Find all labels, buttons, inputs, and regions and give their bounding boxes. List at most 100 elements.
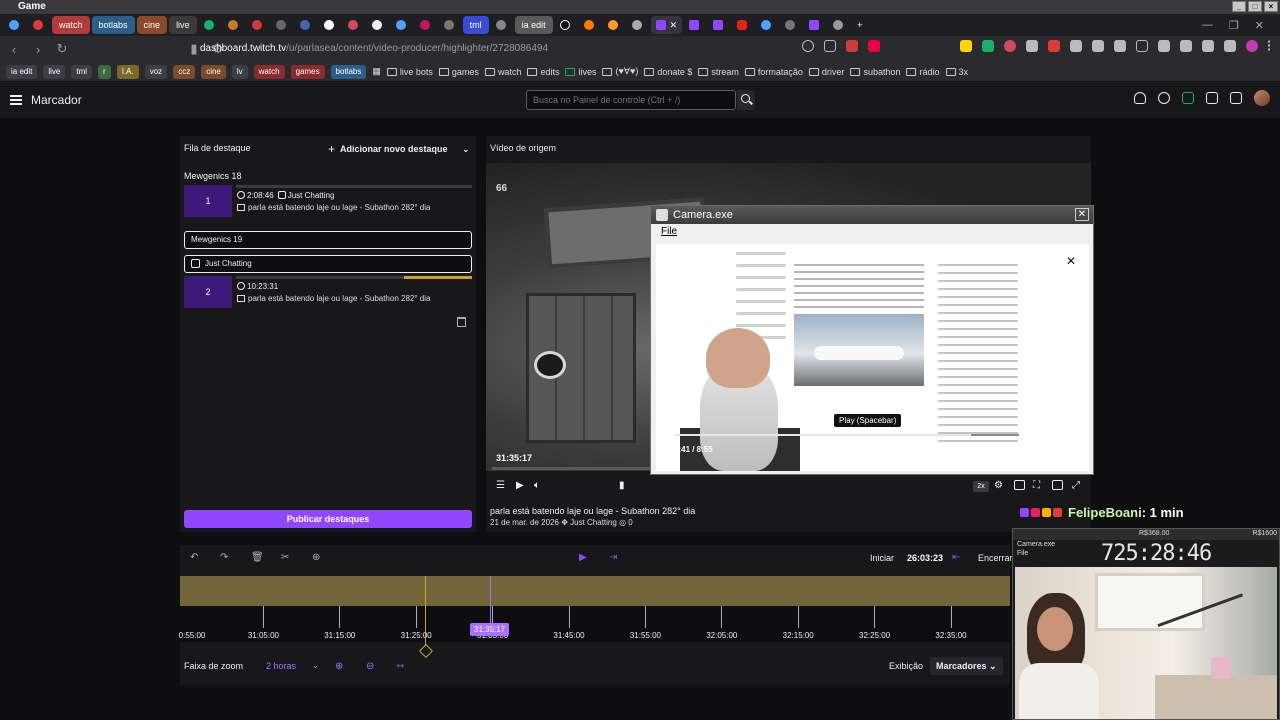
bookmark-chip[interactable]: tml (71, 64, 93, 79)
jump-to-end-icon[interactable]: ⇥ (609, 552, 617, 563)
help-icon[interactable] (1158, 92, 1170, 104)
extension-icon[interactable] (846, 40, 858, 52)
bookmark-folder[interactable]: games (438, 67, 479, 77)
extension-icon[interactable] (1048, 40, 1060, 52)
trash-icon[interactable]: 🗑︎ (251, 552, 264, 563)
screenshot-icon[interactable]: ⛶ (1033, 480, 1040, 491)
tab-favicon[interactable] (199, 16, 221, 34)
tab-favicon[interactable] (555, 16, 577, 34)
avatar[interactable] (1254, 90, 1270, 106)
bookmark-chip[interactable]: cine (201, 64, 226, 79)
tab-favicon[interactable] (319, 16, 341, 34)
publish-highlights-button[interactable]: Publicar destaques (184, 510, 472, 528)
extension-icon[interactable] (1114, 40, 1126, 52)
timeline-track[interactable] (180, 576, 1010, 606)
highlight-category-input[interactable]: Just Chatting (184, 255, 472, 273)
markers-dropdown[interactable]: Marcadores ⌄ (930, 657, 1003, 675)
bookmark-folder[interactable]: 3x (945, 67, 968, 77)
volume-icon[interactable]: 🔈︎ (534, 480, 540, 491)
player-close-icon[interactable]: ✕ (1066, 254, 1076, 268)
tab-group-botlabs[interactable]: botlabs (91, 16, 135, 34)
chevron-down-icon[interactable]: ⌄ (463, 145, 470, 154)
extension-icon[interactable] (868, 40, 880, 52)
bookmark-folder[interactable]: subathon (850, 67, 900, 77)
tab-group-watch[interactable]: watch (52, 16, 90, 34)
delete-highlight-icon[interactable] (457, 317, 466, 327)
bookmark-icon[interactable]: ▮ (188, 41, 200, 57)
bookmark-folder[interactable]: donate $ (644, 67, 692, 77)
tab-favicon[interactable] (439, 16, 461, 34)
clip-start-marker[interactable] (425, 576, 426, 646)
camera-progress-bar[interactable] (674, 434, 1019, 436)
tab-group-live[interactable]: live (169, 16, 197, 34)
fullscreen-icon[interactable]: ⤢ (1072, 480, 1080, 491)
extension-icon[interactable] (982, 40, 994, 52)
tab-favicon[interactable] (271, 16, 293, 34)
close-icon[interactable]: ✕ (1255, 19, 1264, 32)
set-start-icon[interactable]: ⇤ (952, 552, 960, 563)
zoom-icon[interactable] (802, 40, 814, 52)
extension-icon[interactable] (960, 40, 972, 52)
maximize-icon[interactable]: □ (1248, 1, 1262, 12)
close-icon[interactable]: ✕ (1075, 208, 1089, 221)
extension-icon[interactable] (1202, 40, 1214, 52)
add-marker-icon[interactable]: ⊕ (312, 552, 320, 563)
tab-favicon[interactable] (295, 16, 317, 34)
tab-favicon[interactable] (627, 16, 649, 34)
clip-icon[interactable]: ▮ (619, 480, 625, 491)
menu-dots-icon[interactable] (1268, 40, 1272, 52)
tab-group-cine[interactable]: cine (136, 16, 168, 34)
bookmark-folder[interactable]: watch (484, 67, 521, 77)
highlight-row[interactable]: 1 2:08:46 Just Chatting parla está batend… (184, 185, 472, 217)
tab-favicon[interactable] (708, 16, 730, 34)
bookmark-chip[interactable]: ia edit (6, 64, 38, 79)
chapters-icon[interactable]: ☰ (496, 480, 505, 491)
chat-bubble-icon[interactable] (1230, 92, 1242, 104)
video-progress-bar[interactable] (492, 467, 652, 470)
tab-favicon[interactable] (756, 16, 778, 34)
bookmark-chip[interactable]: ccz (173, 64, 196, 79)
extension-icon[interactable] (1004, 40, 1016, 52)
add-highlight-button[interactable]: + Adicionar novo destaque ⌄ (328, 142, 469, 156)
picture-in-picture-icon[interactable] (1052, 480, 1063, 490)
undo-icon[interactable]: ↶ (190, 552, 198, 563)
play-icon[interactable]: ▶ (516, 480, 524, 491)
close-icon[interactable]: × (1264, 1, 1278, 12)
bookmark-folder[interactable]: (♥∀♥) (602, 66, 638, 77)
bookmark-chip[interactable]: I.A. (116, 64, 139, 79)
tab-twitch-active[interactable]: ✕ (650, 16, 683, 34)
extension-icon[interactable] (1070, 40, 1082, 52)
extension-icon[interactable] (1224, 40, 1236, 52)
tab-pinned-2[interactable] (28, 16, 50, 34)
tab-favicon[interactable] (343, 16, 365, 34)
tab-favicon[interactable] (579, 16, 601, 34)
bookmark-chip[interactable]: voz (144, 64, 168, 79)
restore-icon[interactable]: ❐ (1229, 19, 1239, 32)
fit-to-view-icon[interactable]: ⇿ (396, 661, 404, 672)
playhead[interactable] (490, 576, 491, 626)
camera-window-titlebar[interactable]: Camera.exe ✕ (651, 206, 1093, 224)
tab-close-icon[interactable]: ✕ (670, 16, 678, 34)
tab-favicon[interactable] (603, 16, 625, 34)
bookmark-chip[interactable]: botlabs (330, 64, 367, 79)
reload-icon[interactable]: ↻ (56, 41, 68, 57)
magic-wand-icon[interactable] (1182, 92, 1194, 104)
tab-favicon[interactable] (391, 16, 413, 34)
playhead-time[interactable]: 31:35:17 (470, 623, 510, 636)
highlight-row-selected[interactable]: 2 10:23:31 parla está batendo laje ou la… (184, 276, 472, 308)
menu-icon[interactable] (10, 95, 22, 105)
zoom-in-icon[interactable]: ⊕ (335, 661, 343, 672)
tab-favicon[interactable] (828, 16, 850, 34)
tab-favicon[interactable] (684, 16, 706, 34)
tab-favicon[interactable] (247, 16, 269, 34)
bookmark-folder[interactable]: formatação (744, 67, 803, 77)
settings-icon[interactable]: ⚙ (994, 480, 1003, 491)
download-icon[interactable] (1136, 40, 1148, 52)
zoom-out-icon[interactable]: ⊖ (366, 661, 374, 672)
tab-favicon[interactable] (223, 16, 245, 34)
bookmark-chip[interactable]: games (290, 64, 325, 79)
tab-pinned-1[interactable] (4, 16, 26, 34)
tab-group-ia-edit[interactable]: ia edit (514, 16, 553, 34)
tab-group-tml[interactable]: tml (462, 16, 489, 34)
tab-favicon[interactable] (491, 16, 513, 34)
